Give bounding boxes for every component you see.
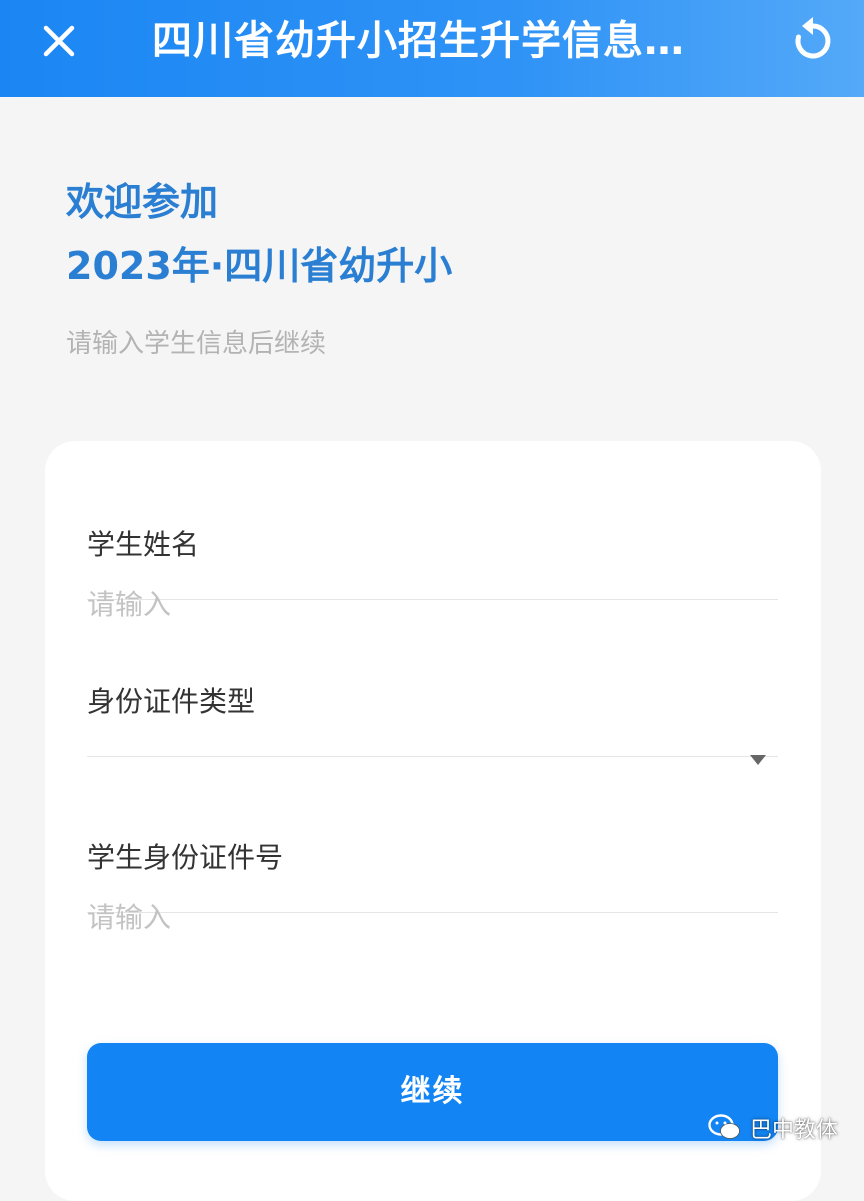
instruction-text: 请输入学生信息后继续 <box>66 329 327 359</box>
refresh-icon <box>795 17 831 59</box>
welcome-line-1: 欢迎参加 <box>66 180 219 224</box>
student-name-field: 学生姓名 <box>87 441 778 627</box>
student-name-label: 学生姓名 <box>87 528 200 561</box>
page-title: 四川省幼升小招生升学信息管... <box>152 18 722 64</box>
id-type-field: 身份证件类型 <box>87 598 778 765</box>
top-bar: 四川省幼升小招生升学信息管... <box>0 0 864 97</box>
welcome-heading: 欢迎参加 2023年·四川省幼升小 <box>66 170 452 298</box>
id-type-label: 身份证件类型 <box>87 685 256 718</box>
wechat-icon <box>708 1114 740 1139</box>
watermark: 巴中教体 <box>708 1108 838 1148</box>
refresh-button[interactable] <box>786 14 840 68</box>
close-icon <box>43 25 75 57</box>
welcome-line-2: 2023年·四川省幼升小 <box>66 244 453 288</box>
student-id-number-field: 学生身份证件号 <box>87 754 778 940</box>
watermark-text: 巴中教体 <box>750 1118 839 1143</box>
close-button[interactable] <box>34 16 84 66</box>
student-id-number-label: 学生身份证件号 <box>87 841 284 874</box>
student-id-number-input[interactable] <box>87 894 727 940</box>
continue-button[interactable]: 继续 <box>87 1043 778 1141</box>
